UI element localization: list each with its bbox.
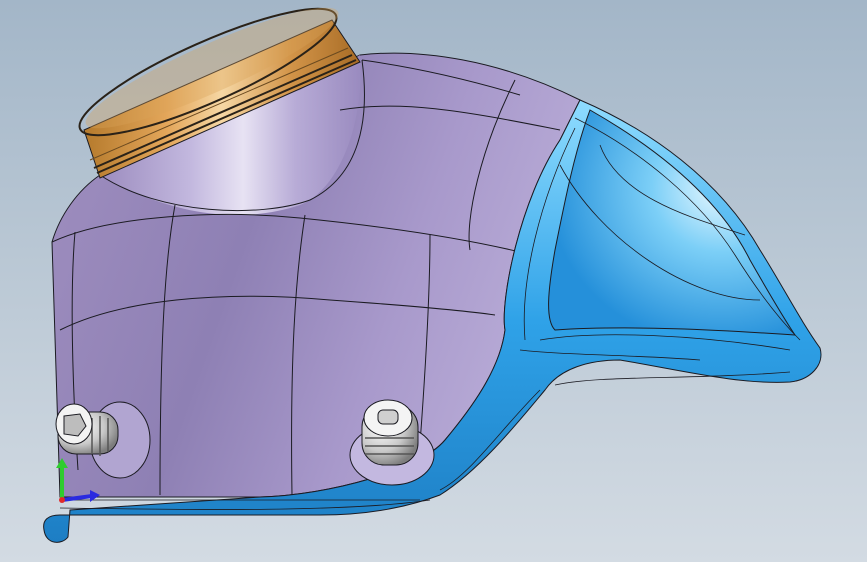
cad-viewport[interactable] [0, 0, 867, 562]
cad-model[interactable] [0, 0, 867, 562]
horn-inner-surface [548, 109, 796, 336]
z-axis [59, 497, 65, 503]
